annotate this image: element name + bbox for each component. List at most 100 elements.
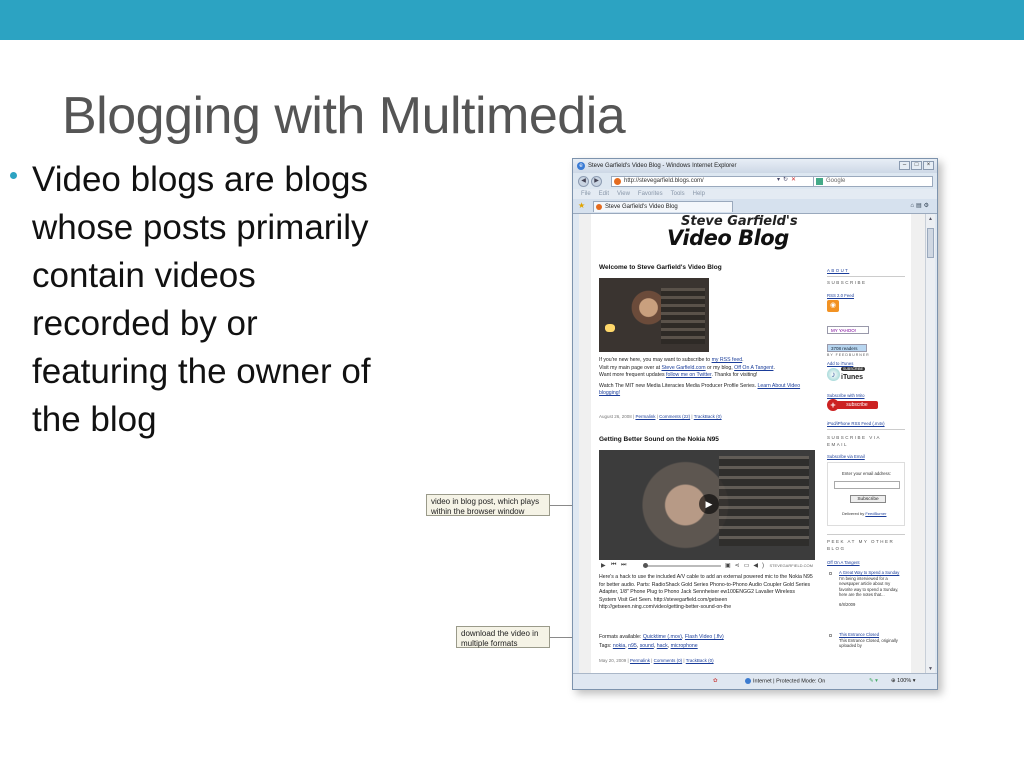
- rss-icon[interactable]: ◉: [827, 300, 839, 312]
- post-date: May 20, 2009: [599, 658, 627, 663]
- post-body: If you're new here, you may want to subs…: [599, 357, 813, 398]
- delivered-by: Delivered by FeedBurner: [842, 511, 886, 516]
- plus-icon: +: [827, 399, 839, 411]
- search-input[interactable]: Google: [813, 176, 933, 187]
- scroll-down-icon[interactable]: ▼: [927, 666, 934, 673]
- tag-link[interactable]: sound: [640, 643, 654, 649]
- video-player[interactable]: ▶: [599, 450, 815, 560]
- favorites-star-icon[interactable]: ★: [578, 202, 585, 210]
- bullet-dot: [10, 172, 17, 179]
- close-button[interactable]: ×: [923, 161, 934, 170]
- video-progress-knob[interactable]: [643, 563, 648, 568]
- post-text: or my blog,: [705, 364, 735, 371]
- back-button[interactable]: ◀: [578, 176, 589, 187]
- menu-help[interactable]: Help: [693, 189, 705, 199]
- about-link[interactable]: ABOUT: [827, 268, 849, 273]
- post-text: .: [773, 364, 775, 371]
- subscribe-heading: SUBSCRIBE: [827, 280, 867, 285]
- list-item-link[interactable]: This Entrance Closed: [839, 632, 879, 637]
- list-item-link[interactable]: A Great Way to Spend a Sunday: [839, 570, 899, 575]
- main-page-link[interactable]: Steve Garfield.com: [661, 365, 705, 371]
- list-item-text: I'm being interviewed for a newspaper ar…: [839, 575, 899, 598]
- post-title[interactable]: Welcome to Steve Garfield's Video Blog: [599, 264, 722, 271]
- list-bullet: [829, 634, 832, 637]
- tools-icon[interactable]: ⚙: [924, 203, 931, 209]
- other-blog-heading: PEEK AT MY OTHER BLOG: [827, 539, 895, 551]
- play-control-icon[interactable]: ▶: [601, 562, 606, 569]
- page-viewport: Steve Garfield's Video Blog Welcome to S…: [579, 214, 925, 675]
- trackback-link[interactable]: TrackBack (0): [686, 658, 714, 663]
- trackback-link[interactable]: TrackBack (0): [694, 414, 722, 419]
- miro-subscribe-button[interactable]: subscribe +: [827, 399, 879, 411]
- tab-video-blog[interactable]: Steve Garfield's Video Blog: [593, 201, 733, 212]
- flash-download-link[interactable]: Flash Video (.flv): [685, 634, 724, 640]
- callout-video-in-post: video in blog post, which plays within t…: [426, 494, 550, 516]
- rss-feed-link[interactable]: RSS 2.0 Feed: [827, 293, 854, 298]
- zoom-tools-icon[interactable]: ✎ ▾: [869, 678, 878, 684]
- comments-link[interactable]: Comments (22): [659, 414, 690, 419]
- address-row: ◀ ▶ http://stevegarfield.blogs.com/ ▾↻✕ …: [573, 173, 937, 189]
- itunes-subscribe-button[interactable]: ♪ SUBSCRIBE iTunes: [827, 366, 866, 384]
- sidebar-divider: [827, 429, 905, 430]
- window-controls: – □ ×: [899, 161, 934, 170]
- tag-link[interactable]: hack: [657, 643, 668, 649]
- comments-link[interactable]: Comments (0): [654, 658, 683, 663]
- stop-icon[interactable]: ✕: [791, 177, 799, 183]
- other-blog-link[interactable]: Off On A Tangent: [827, 560, 860, 565]
- permalink-link[interactable]: Permalink: [630, 658, 650, 663]
- menu-view[interactable]: View: [617, 189, 630, 199]
- google-icon: [816, 178, 823, 185]
- tangent-blog-link[interactable]: Off On A Tangent: [734, 365, 773, 371]
- play-icon[interactable]: ▶: [699, 494, 719, 514]
- share-icon[interactable]: ⋖: [735, 563, 744, 569]
- forward-button[interactable]: ▶: [591, 176, 602, 187]
- volume-icon[interactable]: ◀): [753, 563, 768, 569]
- minimize-button[interactable]: –: [899, 161, 910, 170]
- list-item: A Great Way to Spend a Sunday I'm being …: [839, 570, 903, 607]
- email-subscribe-link[interactable]: Subscribe via Email: [827, 454, 865, 459]
- skip-forward-icon[interactable]: ⏭: [621, 562, 626, 569]
- menu-favorites[interactable]: Favorites: [638, 189, 663, 199]
- blog-photo: [599, 278, 709, 352]
- rss-feed-link[interactable]: my RSS feed: [712, 357, 743, 363]
- bullet-point: Video blogs are blogs whose posts primar…: [10, 156, 390, 444]
- menu-bar: File Edit View Favorites Tools Help: [573, 189, 937, 199]
- menu-file[interactable]: File: [581, 189, 591, 199]
- permalink-link[interactable]: Permalink: [635, 414, 655, 419]
- vertical-scrollbar[interactable]: ▲ ▼: [925, 214, 935, 675]
- twitter-link[interactable]: follow me on Twitter: [666, 372, 711, 378]
- video-progress-track[interactable]: [645, 565, 721, 567]
- my-yahoo-button[interactable]: MY YAHOO!: [827, 326, 869, 334]
- tag-link[interactable]: n95: [628, 643, 637, 649]
- post-title[interactable]: Getting Better Sound on the Nokia N95: [599, 436, 719, 443]
- maximize-button[interactable]: □: [911, 161, 922, 170]
- itunes-icon: ♪: [827, 368, 840, 381]
- post-text: If you're new here, you may want to subs…: [599, 357, 712, 363]
- tag-link[interactable]: nokia: [613, 643, 625, 649]
- tab-row: ★ Steve Garfield's Video Blog ⌂▤⚙: [573, 199, 937, 214]
- skip-back-icon[interactable]: ⏮: [611, 562, 616, 569]
- list-item: This Entrance Closed This Entrance Close…: [839, 632, 903, 649]
- ipod-feed-link[interactable]: iPod/iPhone RSS Feed (.m4v): [827, 421, 885, 426]
- miro-link[interactable]: Subscribe with Miro: [827, 393, 865, 398]
- quicktime-download-link[interactable]: Quicktime (.mov): [643, 634, 682, 640]
- feedburner-link[interactable]: FeedBurner: [865, 511, 886, 516]
- refresh-icon[interactable]: ↻: [783, 177, 791, 183]
- menu-edit[interactable]: Edit: [599, 189, 609, 199]
- email-input[interactable]: [834, 481, 900, 489]
- scroll-up-icon[interactable]: ▲: [927, 216, 934, 223]
- zoom-level[interactable]: ⊕ 100% ▾: [891, 678, 916, 684]
- tag-link[interactable]: microphone: [671, 643, 698, 649]
- embed-icon[interactable]: ▣: [725, 563, 735, 569]
- top-accent-bar: [0, 0, 1024, 40]
- email-label: Enter your email address:: [842, 471, 891, 476]
- email-subscribe-button[interactable]: Subscribe: [850, 495, 886, 503]
- tags-label: Tags:: [599, 643, 613, 649]
- blog-page: Steve Garfield's Video Blog Welcome to S…: [591, 214, 911, 675]
- fullscreen-icon[interactable]: ▭: [744, 563, 754, 569]
- print-icon[interactable]: ▤: [916, 203, 924, 209]
- scrollbar-thumb[interactable]: [927, 228, 934, 258]
- callout-download-formats: download the video in multiple formats: [456, 626, 550, 648]
- menu-tools[interactable]: Tools: [671, 189, 685, 199]
- photo-shelf: [661, 288, 705, 344]
